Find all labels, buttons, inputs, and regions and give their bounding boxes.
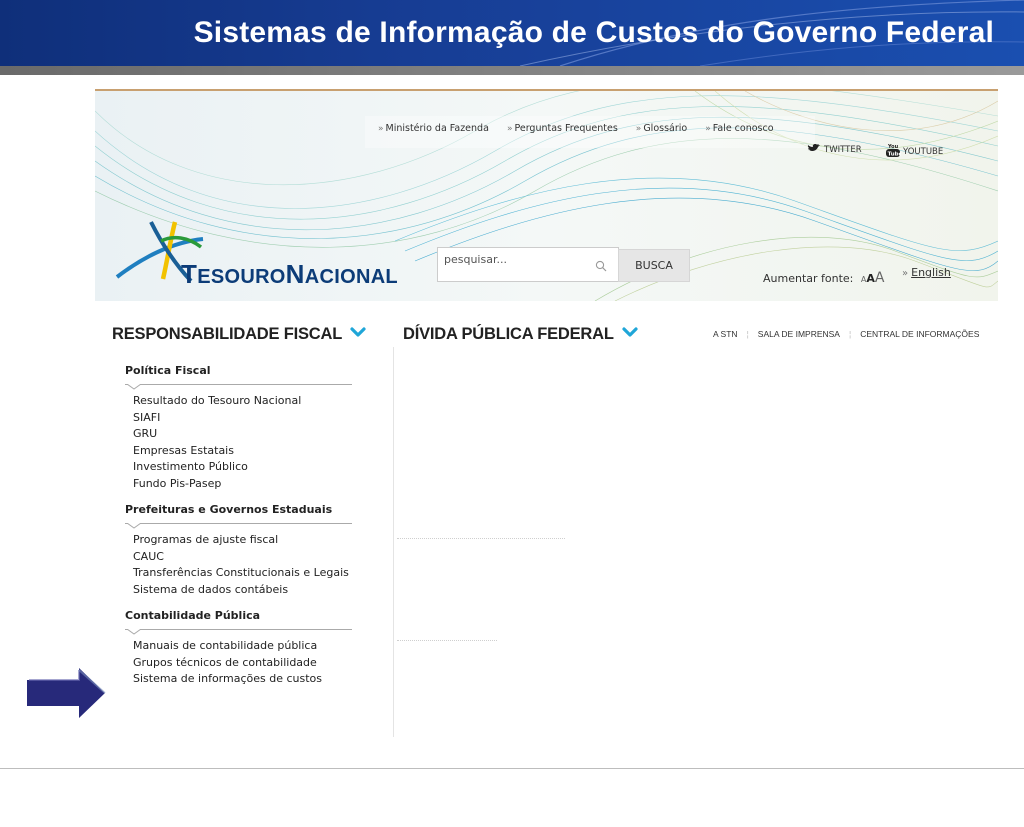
menu-item-grupos-tecnicos[interactable]: Grupos técnicos de contabilidade — [133, 655, 355, 672]
menu-item-programas-ajuste-fiscal[interactable]: Programas de ajuste fiscal — [133, 532, 355, 549]
chevron-right-icon: » — [378, 124, 384, 134]
search-box — [437, 247, 619, 282]
rule-notch-icon — [126, 629, 142, 635]
nav-separator: ¦ — [746, 329, 749, 339]
top-links: » Ministério da Fazenda » Perguntas Freque… — [378, 123, 789, 134]
search-input[interactable] — [442, 252, 596, 267]
menu-item-cauc[interactable]: CAUC — [133, 549, 355, 566]
section-rule-line — [125, 523, 352, 524]
chevron-down-icon — [350, 327, 366, 337]
chevron-right-icon: » — [506, 124, 513, 134]
section-rule-line — [125, 384, 352, 385]
link-ministerio-da-fazenda[interactable]: » Ministério da Fazenda — [378, 123, 489, 134]
menu-item-transferencias[interactable]: Transferências Constitucionais e Legais — [133, 565, 355, 582]
nav-a-stn[interactable]: A STN — [713, 329, 738, 339]
youtube-icon: You Tube — [886, 144, 901, 157]
menu-divider — [393, 347, 394, 737]
menu-item-fundo-pis-pasep[interactable]: Fundo Pis-Pasep — [133, 476, 355, 493]
chevron-right-icon: » — [902, 268, 909, 279]
secondary-nav: A STN ¦ SALA DE IMPRENSA ¦ CENTRAL DE INFORM… — [713, 329, 979, 339]
menu-item-siafi[interactable]: SIAFI — [133, 410, 355, 427]
nav-sala-de-imprensa[interactable]: SALA DE IMPRENSA — [758, 329, 840, 339]
link-fale-conosco[interactable]: » Fale conosco — [705, 123, 773, 134]
search-button[interactable]: BUSCA — [618, 249, 690, 282]
menu-item-empresas-estatais[interactable]: Empresas Estatais — [133, 443, 355, 460]
menu-item-sistema-informacoes-custos[interactable]: Sistema de informações de custos — [133, 671, 355, 688]
font-increase-button[interactable]: A — [875, 270, 885, 286]
dotted-separator — [397, 538, 565, 539]
dotted-separator — [397, 640, 497, 641]
twitter-bird-icon — [807, 143, 820, 152]
menu-section-title: Prefeituras e Governos Estaduais — [125, 503, 333, 516]
menu-section-title: Contabilidade Pública — [125, 609, 261, 622]
svg-text:Tube: Tube — [888, 151, 901, 157]
section-rule-line — [125, 629, 352, 630]
rule-notch-icon — [126, 384, 142, 390]
link-perguntas-frequentes[interactable]: » Perguntas Frequentes — [507, 123, 618, 134]
english-link[interactable]: English — [911, 266, 951, 279]
nav-responsabilidade-fiscal[interactable]: RESPONSABILIDADE FISCAL — [112, 325, 366, 344]
menu-item-resultado-tesouro[interactable]: Resultado do Tesouro Nacional — [133, 393, 355, 410]
section-rule — [125, 381, 355, 395]
chevron-down-icon — [622, 327, 638, 337]
tesouro-nacional-wordmark[interactable]: TESOURONACIONAL — [181, 259, 398, 290]
menu-item-sistema-dados-contabeis[interactable]: Sistema de dados contábeis — [133, 582, 355, 599]
slide-header: Sistemas de Informação de Custos do Gove… — [0, 0, 1024, 66]
pointer-arrow-icon — [27, 668, 106, 718]
menu-item-investimento-publico[interactable]: Investimento Público — [133, 459, 355, 476]
slide-title: Sistemas de Informação de Custos do Gove… — [193, 16, 994, 49]
nav-separator: ¦ — [848, 329, 852, 339]
link-glossario[interactable]: » Glossário — [636, 123, 687, 134]
menu-item-manuais-contabilidade[interactable]: Manuais de contabilidade pública — [133, 638, 355, 655]
menu-section-contabilidade-publica: Contabilidade Pública Manuais de contabi… — [125, 609, 355, 688]
header-divider-bar — [0, 66, 1024, 75]
section-rule — [125, 520, 355, 534]
footer-divider — [0, 768, 1024, 769]
english-language: » English — [902, 266, 951, 279]
menu-section-title: Política Fiscal — [125, 364, 211, 377]
rule-notch-icon — [126, 523, 142, 529]
tesouro-website: » Ministério da Fazenda » Perguntas Freque… — [95, 89, 998, 737]
responsabilidade-fiscal-menu: Política Fiscal Resultado do Tesouro Nac… — [125, 364, 355, 699]
twitter-link[interactable]: TWITTER — [807, 143, 862, 155]
search-icon[interactable] — [595, 260, 607, 272]
chevron-right-icon: » — [635, 124, 642, 134]
nav-central-de-informacoes[interactable]: CENTRAL DE INFORMAÇÕES — [860, 329, 979, 339]
menu-section-politica-fiscal: Política Fiscal Resultado do Tesouro Nac… — [125, 364, 355, 492]
youtube-link[interactable]: You Tube YOUTUBE — [885, 143, 943, 157]
menu-section-prefeituras: Prefeituras e Governos Estaduais Program… — [125, 503, 355, 598]
menu-item-gru[interactable]: GRU — [133, 426, 355, 443]
font-normal-button[interactable]: A — [866, 272, 875, 285]
chevron-right-icon: » — [705, 124, 711, 134]
section-rule — [125, 626, 355, 640]
font-size-control: Aumentar fonte: AAA — [763, 270, 885, 286]
nav-divida-publica-federal[interactable]: DÍVIDA PÚBLICA FEDERAL — [403, 325, 638, 344]
